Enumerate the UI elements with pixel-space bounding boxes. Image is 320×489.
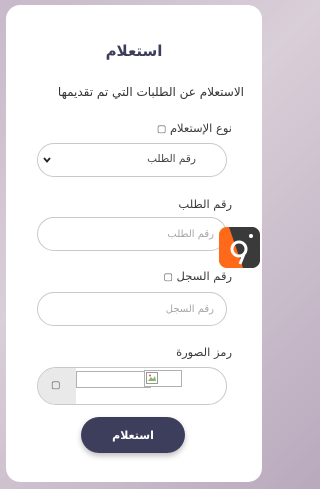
info-icon: ▢ xyxy=(163,272,173,283)
captcha-refresh-button[interactable]: ▢ xyxy=(38,368,76,404)
inquiry-type-label: نوع الإستعلام xyxy=(169,121,232,135)
captcha-image-broken xyxy=(144,370,182,387)
info-icon: ▢ xyxy=(156,124,167,135)
inquiry-type-selected: رقم الطلب xyxy=(147,153,196,165)
request-number-label: رقم الطلب xyxy=(178,197,232,211)
submit-inquiry-button[interactable]: استعلام xyxy=(81,417,185,453)
captcha-field: ▢ xyxy=(37,367,227,405)
record-number-label: رقم السجل xyxy=(176,269,232,283)
record-number-label-row: رقم السجل ▢ xyxy=(163,269,232,283)
chevron-down-icon xyxy=(43,157,51,163)
inquiry-type-select[interactable]: رقم الطلب xyxy=(37,143,227,177)
form-title: استعلام xyxy=(105,42,163,60)
captcha-label: رمز الصورة xyxy=(176,345,232,359)
request-number-field[interactable] xyxy=(37,217,227,251)
broken-image-icon xyxy=(146,372,158,384)
record-number-input[interactable] xyxy=(38,293,226,325)
captcha-image xyxy=(76,371,151,388)
request-number-input[interactable] xyxy=(38,218,226,250)
refresh-icon: ▢ xyxy=(51,380,61,391)
camera-app-icon xyxy=(219,227,260,268)
floating-app-button[interactable] xyxy=(219,227,260,268)
inquiry-type-label-row: نوع الإستعلام ▢ xyxy=(157,121,232,135)
form-subtitle: الاستعلام عن الطلبات التي تم تقديمها xyxy=(57,85,244,99)
record-number-field[interactable] xyxy=(37,292,227,326)
